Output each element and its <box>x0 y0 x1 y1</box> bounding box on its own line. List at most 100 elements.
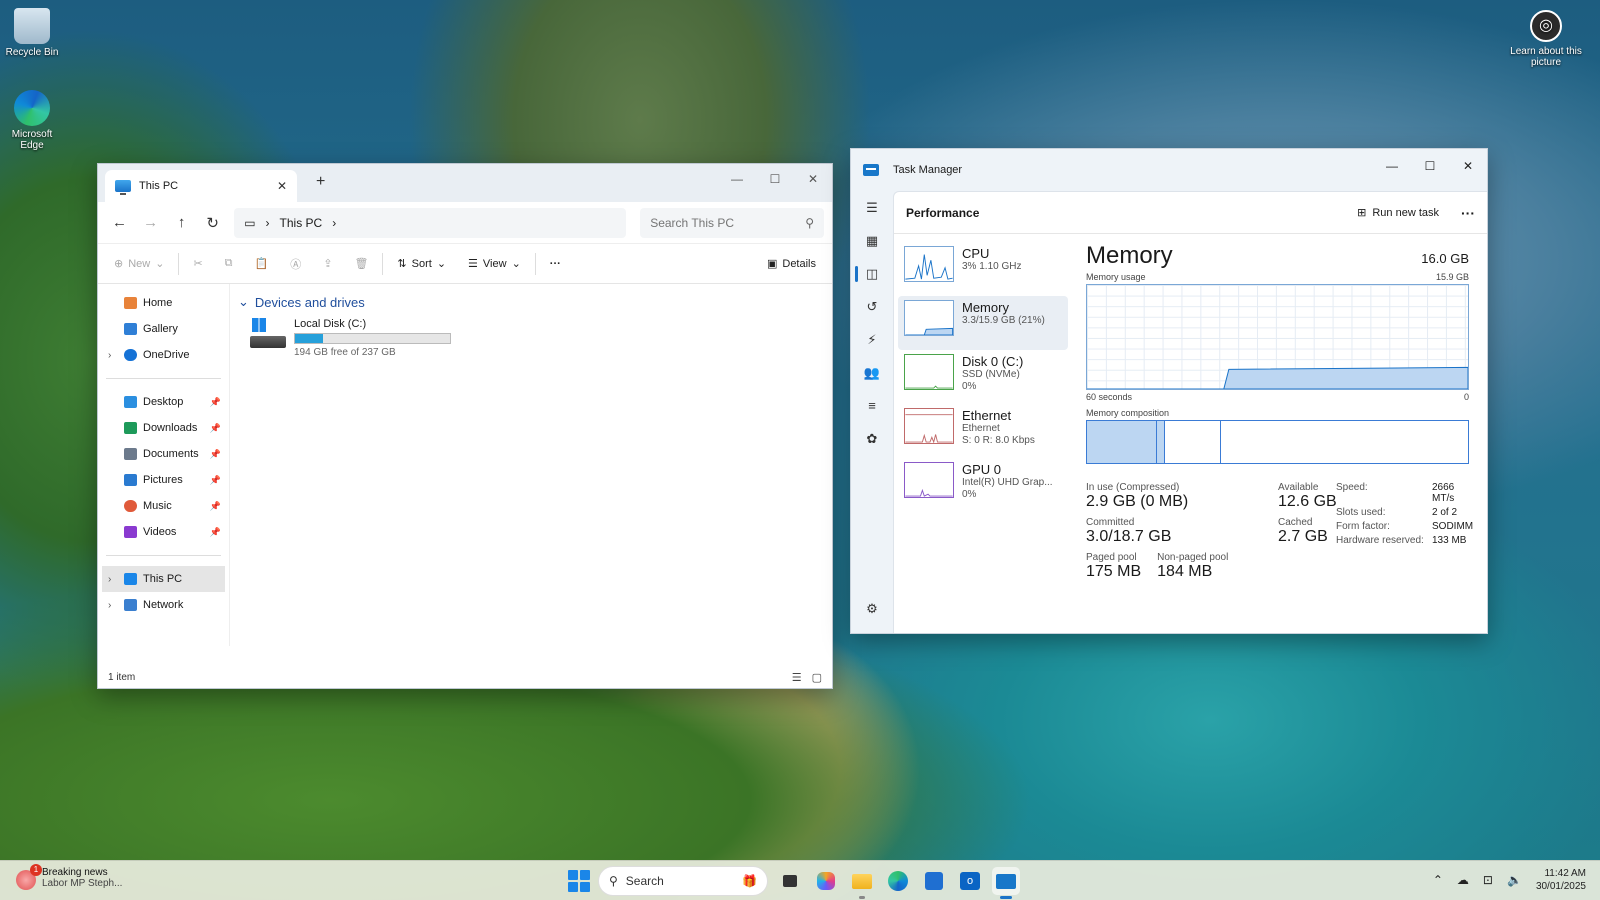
group-header-label: Devices and drives <box>254 294 365 310</box>
sidebar-item-desktop[interactable]: Desktop 📌 <box>98 389 229 415</box>
run-new-task-button[interactable]: ⊞ Run new task <box>1357 206 1439 220</box>
edge-app-icon[interactable] <box>884 867 912 895</box>
group-header[interactable]: ⌄ Devices and drives <box>238 294 824 310</box>
perf-item-gpu[interactable]: GPU 0 Intel(R) UHD Grap... 0% <box>898 458 1068 512</box>
hamburger-menu-icon[interactable]: ☰ <box>851 191 893 224</box>
startup-apps-icon[interactable]: ⚡ <box>851 323 893 356</box>
sort-button[interactable]: ⇅ Sort ⌄ <box>389 250 454 278</box>
news-widget[interactable]: 1 Breaking news Labor MP Steph... <box>16 864 122 890</box>
settings-gear-icon[interactable]: ⚙ <box>851 592 893 625</box>
sidebar-item-this-pc[interactable]: › This PC <box>102 566 225 592</box>
sidebar-item-downloads[interactable]: Downloads 📌 <box>98 415 229 441</box>
forward-arrow-icon[interactable]: → <box>137 208 164 238</box>
chevron-right-icon[interactable]: › <box>108 600 111 611</box>
paste-icon[interactable]: 📋 <box>247 250 277 278</box>
sidebar-item-documents[interactable]: Documents 📌 <box>98 441 229 467</box>
sidebar-item-home[interactable]: Home <box>98 290 229 316</box>
maximize-button[interactable]: ☐ <box>1411 153 1449 179</box>
clock[interactable]: 11:42 AM 30/01/2025 <box>1536 867 1586 893</box>
chevron-right-icon[interactable]: › <box>108 350 111 361</box>
chevron-right-icon[interactable]: › <box>108 574 111 585</box>
chevron-right-icon[interactable]: › <box>332 216 336 230</box>
more-options-icon[interactable]: ··· <box>542 250 569 278</box>
camera-icon: ◎ <box>1530 10 1562 42</box>
explorer-tab[interactable]: This PC ✕ <box>105 170 297 202</box>
copy-icon[interactable]: ⧉ <box>217 250 241 278</box>
store-app-icon[interactable] <box>920 867 948 895</box>
explorer-tab-bar: This PC ✕ + — ☐ ✕ <box>98 164 832 202</box>
minimize-button[interactable]: — <box>1373 153 1411 179</box>
up-arrow-icon[interactable]: ↑ <box>168 208 195 238</box>
search-input[interactable] <box>650 215 806 230</box>
learn-about-picture[interactable]: ◎ Learn about this picture <box>1510 10 1582 68</box>
rename-icon[interactable]: Ⓐ <box>282 250 309 278</box>
view-button[interactable]: ☰ View ⌄ <box>460 250 529 278</box>
app-history-icon[interactable]: ↺ <box>851 290 893 323</box>
plus-icon: ⊕ <box>114 258 124 270</box>
cpu-sparkline <box>904 246 954 282</box>
performance-icon[interactable]: ◫ <box>851 257 893 290</box>
perf-item-disk[interactable]: Disk 0 (C:) SSD (NVMe) 0% <box>898 350 1068 404</box>
new-button[interactable]: ⊕ New ⌄ <box>106 250 172 278</box>
users-icon[interactable]: 👥 <box>851 356 893 389</box>
sidebar-item-videos[interactable]: Videos 📌 <box>98 519 229 545</box>
volume-icon[interactable]: 🔈 <box>1507 873 1522 887</box>
share-icon[interactable]: ⇪ <box>315 250 340 278</box>
sidebar-item-network[interactable]: › Network <box>98 592 229 618</box>
refresh-icon[interactable]: ↻ <box>199 208 226 238</box>
breadcrumb[interactable]: This PC <box>280 216 323 230</box>
system-tray: ⌃ ☁ ⊡ 🔈 11:42 AM 30/01/2025 <box>1433 867 1586 893</box>
taskbar-search[interactable]: ⚲ Search 🎁 <box>598 866 768 896</box>
perf-item-memory[interactable]: Memory 3.3/15.9 GB (21%) <box>898 296 1068 350</box>
more-options-icon[interactable]: ··· <box>1461 205 1475 221</box>
composition-modified[interactable] <box>1157 421 1165 463</box>
close-tab-icon[interactable]: ✕ <box>277 179 287 193</box>
composition-standby[interactable] <box>1165 421 1221 463</box>
outlook-app-icon[interactable]: o <box>956 867 984 895</box>
ethernet-sparkline <box>904 408 954 444</box>
delete-icon[interactable]: 🗑 <box>346 250 376 278</box>
copilot-icon[interactable] <box>812 867 840 895</box>
perf-item-detail: SSD (NVMe) <box>962 369 1020 380</box>
file-explorer-app-icon[interactable] <box>848 867 876 899</box>
cut-icon[interactable]: ✂ <box>185 250 210 278</box>
onedrive-icon[interactable]: ☁ <box>1457 873 1469 887</box>
sidebar-item-pictures[interactable]: Pictures 📌 <box>98 467 229 493</box>
run-task-icon: ⊞ <box>1357 207 1367 219</box>
sidebar-item-music[interactable]: Music 📌 <box>98 493 229 519</box>
network-icon[interactable]: ⊡ <box>1483 873 1493 887</box>
tiles-view-icon[interactable]: ▢ <box>812 671 822 684</box>
search-field[interactable]: ⚲ <box>640 207 824 238</box>
task-view-icon[interactable] <box>776 867 804 895</box>
processes-icon[interactable]: ▦ <box>851 224 893 257</box>
perf-item-cpu[interactable]: CPU 3% 1.10 GHz <box>898 242 1068 296</box>
back-arrow-icon[interactable]: ← <box>106 208 133 238</box>
details-icon[interactable]: ≡ <box>851 389 893 422</box>
details-view-icon[interactable]: ☰ <box>792 671 802 684</box>
perf-item-ethernet[interactable]: Ethernet Ethernet S: 0 R: 8.0 Kbps <box>898 404 1068 458</box>
sidebar-item-label: Downloads <box>143 422 198 434</box>
sidebar-item-gallery[interactable]: Gallery <box>98 316 229 342</box>
minimize-button[interactable]: — <box>718 164 756 194</box>
memory-usage-label: Memory usage <box>1086 272 1146 282</box>
composition-free[interactable] <box>1221 421 1468 463</box>
address-bar[interactable]: ▭ › This PC › <box>234 207 627 238</box>
nonpaged-pool-value: 184 MB <box>1157 563 1213 580</box>
composition-in-use[interactable] <box>1087 421 1157 463</box>
nav-rail: ☰ ▦ ◫ ↺ ⚡ 👥 ≡ ✿ ⚙ <box>851 191 893 633</box>
desktop-icon-recycle-bin[interactable]: Recycle Bin <box>0 8 64 58</box>
divider <box>534 252 536 275</box>
task-manager-app-icon[interactable] <box>992 867 1020 899</box>
maximize-button[interactable]: ☐ <box>756 164 794 194</box>
chevron-up-icon[interactable]: ⌃ <box>1433 873 1443 887</box>
close-button[interactable]: ✕ <box>794 164 832 194</box>
details-button[interactable]: ▣ Details <box>759 250 824 278</box>
close-button[interactable]: ✕ <box>1449 153 1487 179</box>
start-button[interactable] <box>568 870 590 892</box>
desktop-icon-edge[interactable]: Microsoft Edge <box>0 90 64 151</box>
services-icon[interactable]: ✿ <box>851 422 893 455</box>
performance-page: Performance ⊞ Run new task ··· CPU 3% 1.… <box>893 191 1487 633</box>
sidebar-item-onedrive[interactable]: › OneDrive <box>98 342 229 368</box>
drive-item[interactable]: Local Disk (C:) 194 GB free of 237 GB <box>250 318 824 358</box>
new-tab-icon[interactable]: + <box>316 173 325 191</box>
